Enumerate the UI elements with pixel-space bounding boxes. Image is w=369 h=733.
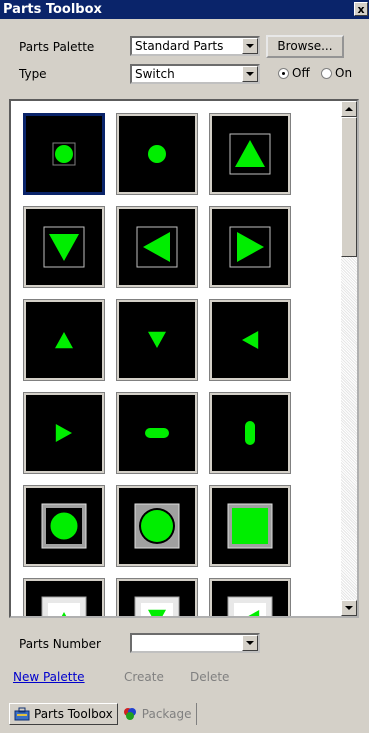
part-bezel-circle-large[interactable] (116, 485, 198, 567)
tab-package[interactable]: Package (118, 703, 197, 725)
triangle-left-icon (242, 331, 259, 349)
part-bezel-square[interactable] (209, 485, 291, 567)
radio-off[interactable]: Off (278, 66, 310, 80)
part-framed-triangle-right[interactable] (209, 206, 291, 288)
framed-triangle-down-icon (43, 226, 85, 268)
scroll-up-icon[interactable] (341, 101, 357, 117)
part-triangle-down[interactable] (116, 299, 198, 381)
type-dropdown[interactable]: Switch (130, 64, 260, 84)
part-vertical-pill[interactable] (209, 392, 291, 474)
window-title: Parts Toolbox (3, 2, 102, 17)
parts-number-label: Parts Number (19, 637, 101, 651)
part-framed-triangle-up[interactable] (209, 113, 291, 195)
bezel-triangle-up-icon (41, 596, 87, 616)
part-circle[interactable] (116, 113, 198, 195)
framed-triangle-left-icon (136, 226, 178, 268)
radio-off-label: Off (292, 66, 310, 80)
chevron-down-icon[interactable] (242, 38, 258, 54)
framed-triangle-up-icon (229, 133, 271, 175)
browse-button[interactable]: Browse... (266, 35, 344, 58)
radio-on[interactable]: On (321, 66, 352, 80)
parts-palette-grid (9, 99, 359, 618)
horizontal-pill-icon (145, 428, 169, 438)
radio-on-label: On (335, 66, 353, 80)
part-bezel-triangle-up[interactable] (23, 578, 105, 616)
vertical-scrollbar[interactable] (341, 101, 357, 616)
part-horizontal-pill[interactable] (116, 392, 198, 474)
close-icon[interactable]: x (354, 2, 368, 16)
framed-triangle-right-icon (229, 226, 271, 268)
triangle-up-icon (55, 332, 73, 349)
title-bar: Parts Toolbox x (0, 0, 369, 19)
part-bezel-triangle-down[interactable] (116, 578, 198, 616)
type-label: Type (19, 67, 47, 81)
radio-off-indicator[interactable] (278, 67, 289, 79)
part-bezel-triangle-left[interactable] (209, 578, 291, 616)
part-triangle-right[interactable] (23, 392, 105, 474)
toolbox-icon (14, 707, 30, 721)
bezel-square-icon (227, 503, 273, 549)
radio-on-indicator[interactable] (321, 67, 332, 79)
chevron-down-icon[interactable] (242, 635, 258, 651)
parts-palette-value: Standard Parts (135, 39, 224, 53)
parts-number-dropdown[interactable] (130, 633, 260, 653)
vertical-pill-icon (245, 421, 255, 445)
part-triangle-left[interactable] (209, 299, 291, 381)
type-value: Switch (135, 67, 175, 81)
bezel-triangle-left-icon (227, 596, 273, 616)
tab-bar: Parts Toolbox Package (9, 703, 197, 727)
chevron-down-icon[interactable] (242, 66, 258, 82)
part-framed-triangle-left[interactable] (116, 206, 198, 288)
create-button[interactable]: Create (124, 670, 164, 684)
circle-icon (148, 145, 166, 163)
triangle-down-icon (148, 331, 166, 348)
scroll-down-icon[interactable] (341, 600, 357, 616)
part-small-square[interactable] (23, 113, 105, 195)
bezel-triangle-down-icon (134, 596, 180, 616)
package-icon (123, 708, 136, 720)
delete-button[interactable]: Delete (190, 670, 229, 684)
small-square-icon (52, 142, 76, 166)
tab-parts-toolbox[interactable]: Parts Toolbox (9, 703, 118, 725)
bezel-circle-large-icon (134, 503, 180, 549)
parts-palette-label: Parts Palette (19, 40, 95, 54)
part-bezel-circle[interactable] (23, 485, 105, 567)
tab-package-label: Package (141, 707, 192, 721)
triangle-right-icon (55, 424, 72, 442)
scroll-thumb[interactable] (341, 117, 357, 257)
part-framed-triangle-down[interactable] (23, 206, 105, 288)
new-palette-link[interactable]: New Palette (13, 670, 85, 684)
bezel-circle-icon (41, 503, 87, 549)
parts-palette-dropdown[interactable]: Standard Parts (130, 36, 260, 56)
part-triangle-up[interactable] (23, 299, 105, 381)
tab-parts-toolbox-label: Parts Toolbox (34, 707, 113, 721)
